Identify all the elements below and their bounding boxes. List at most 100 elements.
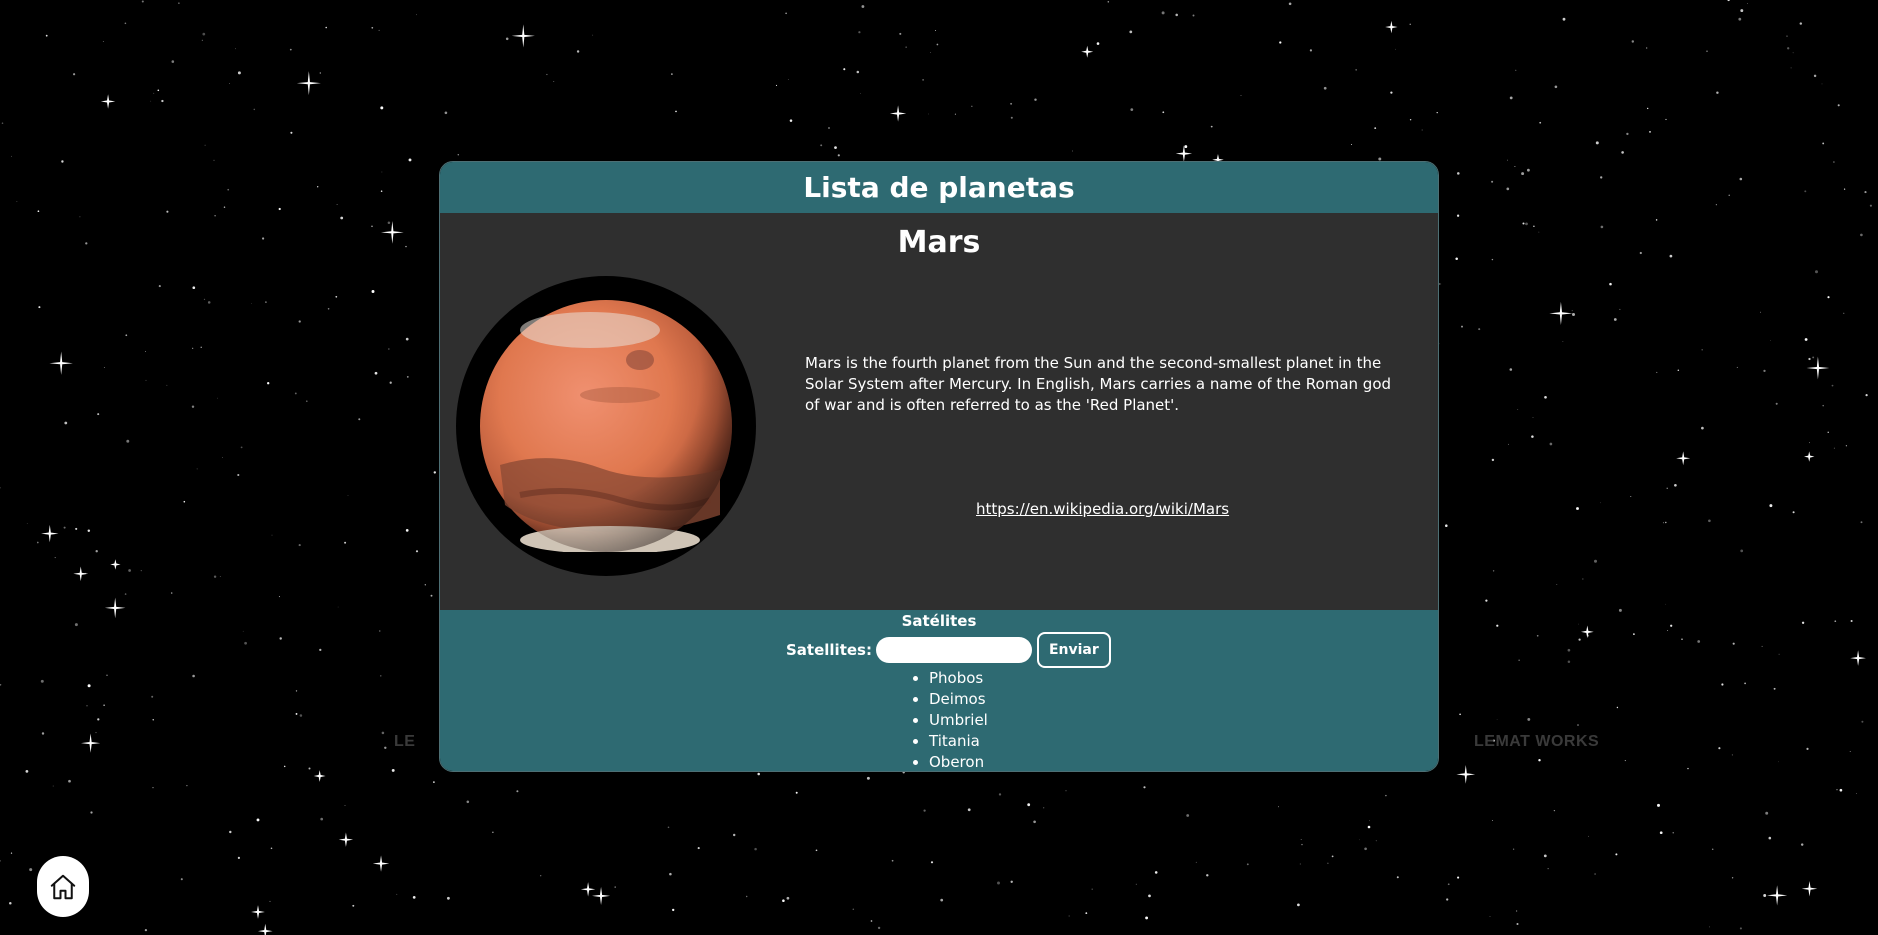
star [1567,660,1571,664]
planet-image [456,276,756,576]
star [384,746,387,750]
star [40,679,44,683]
star [433,781,435,783]
star [371,26,374,29]
star [1516,910,1518,912]
star [1769,504,1773,508]
star [843,68,846,71]
star [381,171,383,173]
star [250,303,252,304]
home-button[interactable] [37,856,89,917]
star [340,216,344,220]
star [1130,108,1134,111]
star [126,439,130,443]
star [1837,104,1840,107]
satellite-form: Satellites: Enviar [786,632,1111,668]
star [1034,98,1037,101]
star [820,144,823,147]
star [1578,638,1581,641]
star [1594,873,1596,875]
star [667,826,670,829]
star [388,348,390,350]
star [180,878,183,881]
star [1740,9,1744,13]
star [576,50,580,53]
star [1721,683,1724,686]
star [270,847,273,850]
sparkle-star [1806,356,1830,380]
star [789,119,793,122]
sparkle-star [1175,145,1193,162]
star [1626,132,1629,136]
star [213,575,217,578]
star [387,221,391,224]
watermark-right: LEMAT WORKS [1474,733,1600,750]
star [1375,840,1377,842]
star [1715,204,1717,206]
home-icon [50,874,76,899]
star [1739,177,1743,181]
star [1195,861,1197,863]
star [1672,832,1674,834]
star [1068,915,1070,917]
star [1184,145,1188,149]
star [592,34,594,36]
star [1421,129,1423,131]
star [1538,758,1541,762]
star [124,22,127,25]
wikipedia-link[interactable]: https://en.wikipedia.org/wiki/Mars [976,500,1229,518]
star [9,901,12,905]
star [278,207,281,211]
sparkle-star [100,94,116,109]
star [1701,426,1704,430]
star [87,684,91,688]
star [1792,52,1794,54]
star [1129,30,1133,34]
star [424,584,426,586]
star [283,765,286,768]
star [1455,257,1458,261]
star [1374,127,1377,129]
star [997,881,1000,885]
star [905,46,907,48]
star [0,684,2,686]
star [265,301,267,303]
star [1461,325,1463,328]
star [1727,0,1730,2]
star [1456,214,1460,217]
star [697,847,700,850]
star [1516,922,1519,926]
sparkle-star [1676,451,1691,466]
star [1459,713,1461,716]
star [1600,225,1604,229]
star [795,791,798,794]
star [157,89,160,92]
star [1600,176,1603,179]
star [1527,168,1530,172]
star [153,92,155,94]
star [1843,188,1846,190]
star [271,534,273,536]
star [1670,624,1673,627]
star [745,895,748,898]
sparkle-star [49,351,73,375]
star [37,210,40,213]
star [237,856,241,860]
planet-card: Lista de planetas Mars Mars is the fourt… [439,161,1439,772]
star [1809,442,1811,444]
submit-button[interactable]: Enviar [1036,632,1111,668]
star [319,648,322,652]
star [1669,254,1673,258]
star [72,73,76,76]
star [1297,903,1300,907]
star [858,31,861,34]
star [256,818,260,822]
star [540,875,542,877]
star [457,153,460,156]
satellite-input[interactable] [875,637,1032,663]
star [1630,496,1632,497]
star [1299,863,1301,865]
star [446,896,450,900]
star [29,868,33,872]
star [923,809,926,812]
